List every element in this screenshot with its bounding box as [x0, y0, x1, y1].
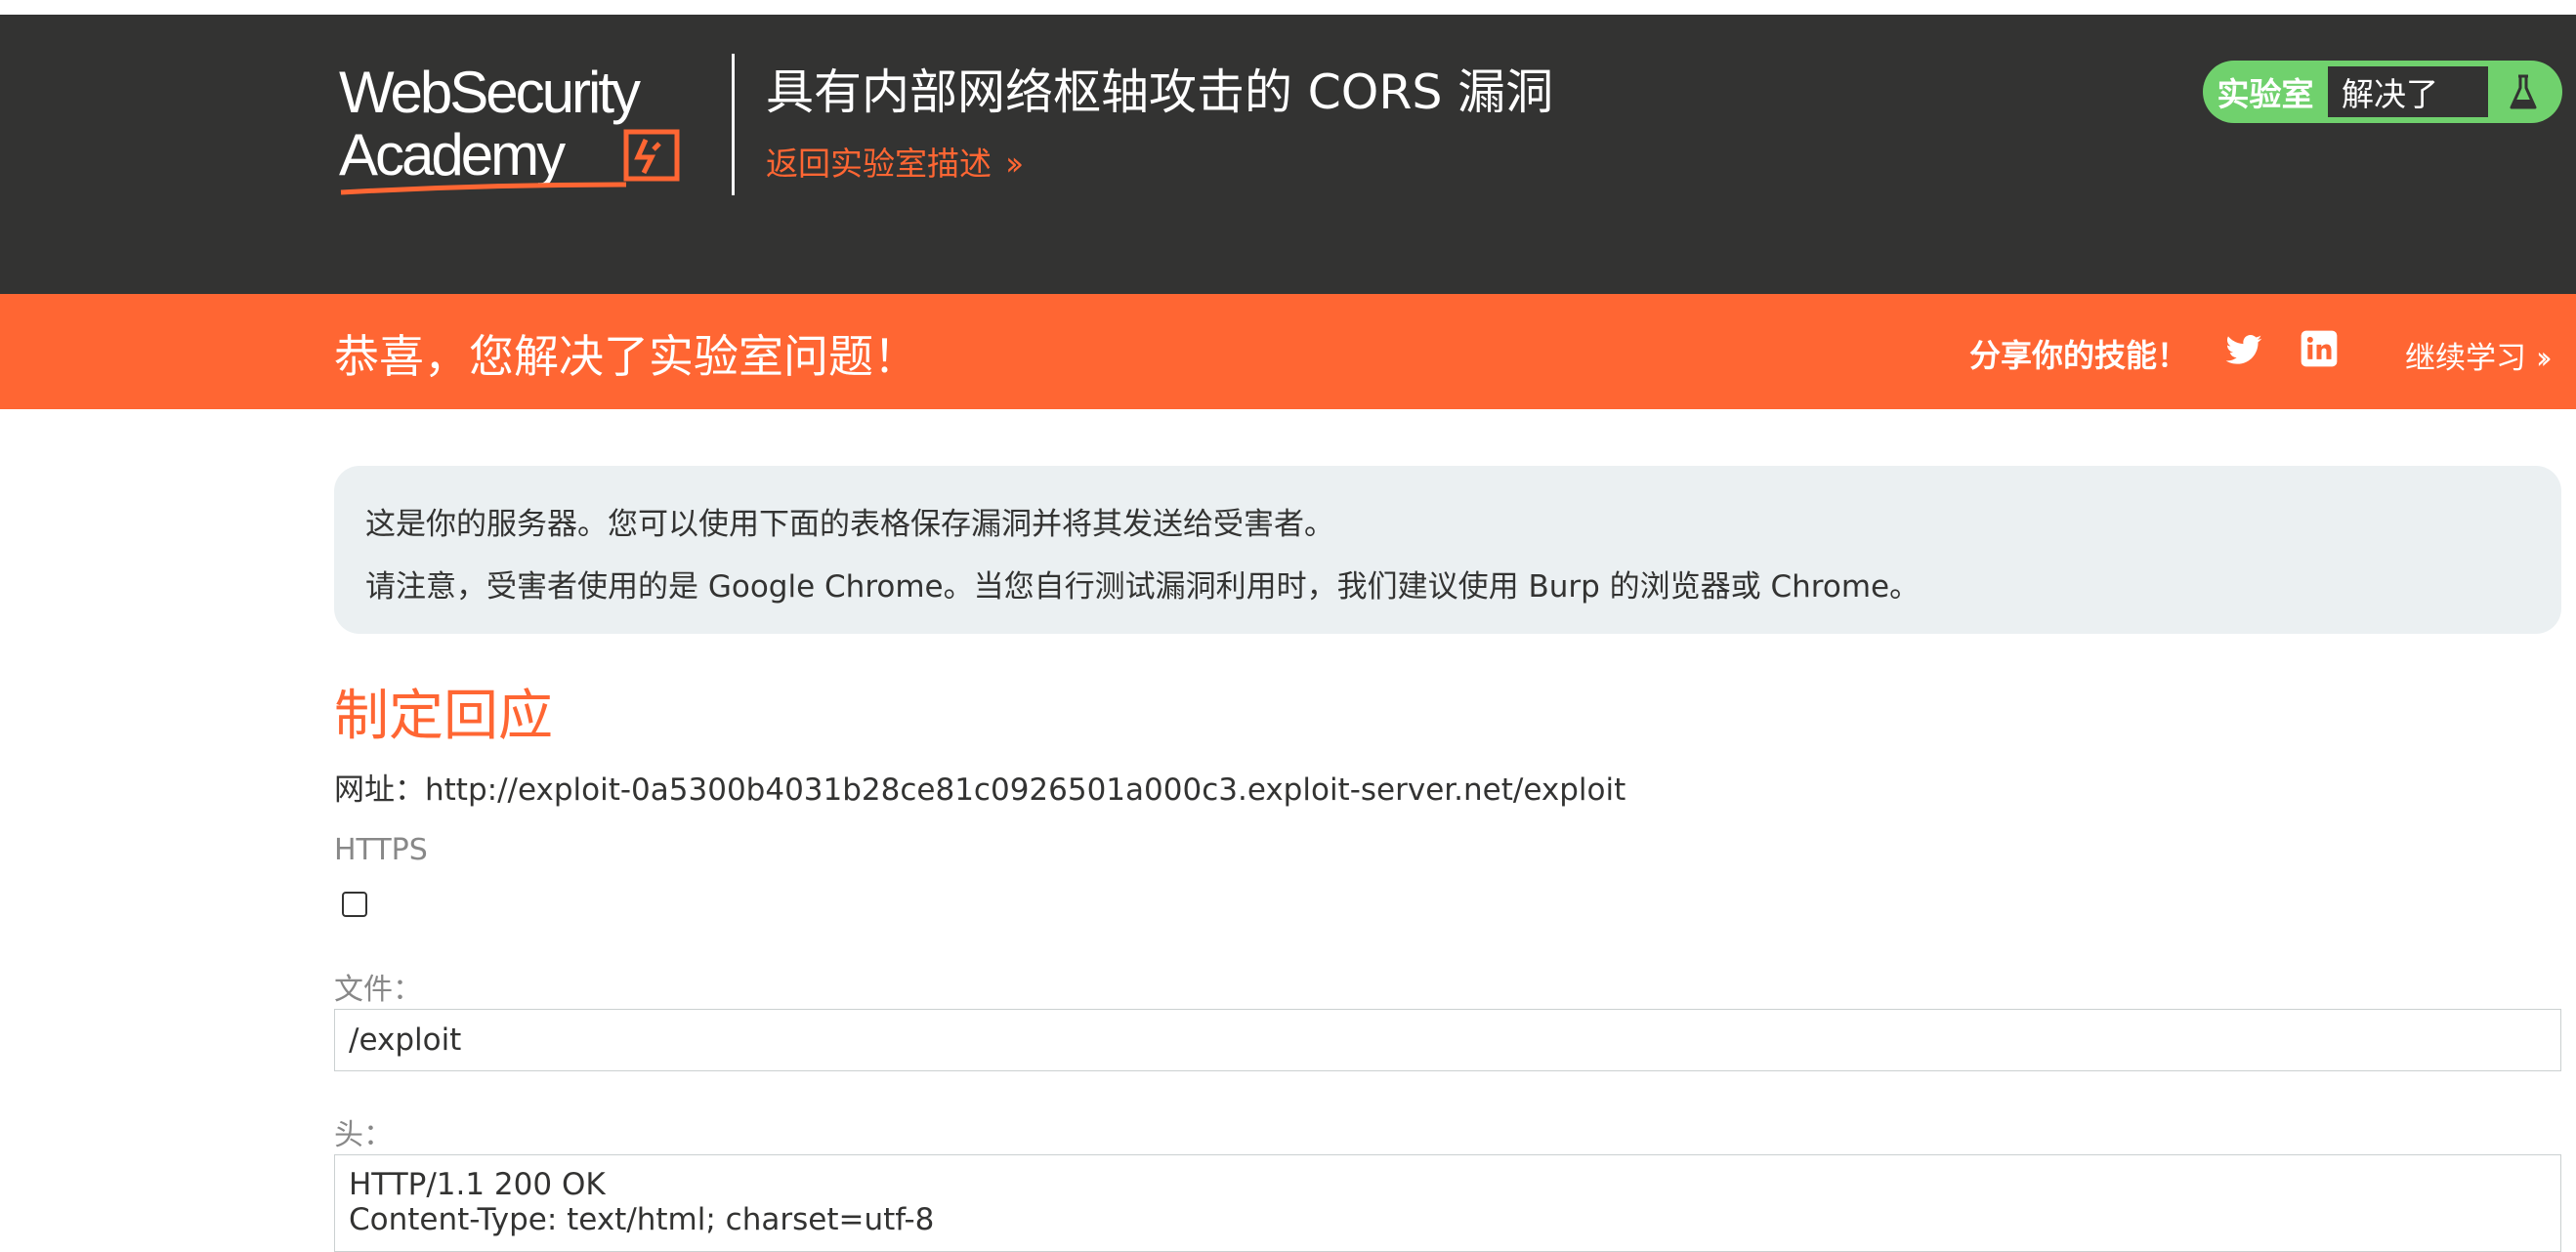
lab-status-label: 实验室 [2217, 75, 2314, 113]
logo-divider [732, 54, 735, 195]
flask-icon [2510, 74, 2537, 109]
head-line: HTTP/1.1 200 OK [349, 1167, 606, 1202]
top-strip [0, 0, 2576, 15]
https-checkbox[interactable] [342, 892, 367, 917]
head-label: 头： [334, 1118, 393, 1152]
lab-status-widget: 实验室 解决了 [2203, 61, 2562, 123]
head-textarea[interactable]: HTTP/1.1 200 OK Content-Type: text/html;… [334, 1154, 2561, 1252]
exploit-url-line: 网址：http://exploit-0a5300b4031b28ce81c092… [334, 765, 1626, 809]
web-security-academy-logo[interactable]: WebSecurity Academy [337, 56, 728, 222]
site-header: WebSecurity Academy 具有内部网络枢轴攻击的 CORS 漏洞 … [0, 15, 2576, 294]
https-label: HTTPS [334, 833, 428, 867]
url-label: 网址： [334, 772, 425, 808]
linkedin-icon[interactable] [2300, 329, 2339, 368]
chevron-double-right-icon: ›› [1005, 145, 1024, 184]
chevron-double-right-icon: ›› [2536, 341, 2553, 376]
file-input[interactable]: /exploit [334, 1009, 2561, 1071]
info-line-2: 请注意，受害者使用的是 Google Chrome。当您自行测试漏洞利用时，我们… [365, 569, 1921, 605]
continue-learning-link[interactable]: 继续学习 ›› [2405, 333, 2553, 377]
twitter-icon[interactable] [2223, 331, 2264, 370]
file-label: 文件： [334, 973, 422, 1007]
logo-line-2: Academy [339, 122, 566, 188]
back-link-label: 返回实验室描述 [766, 145, 992, 183]
lab-status-state: 解决了 [2328, 66, 2488, 117]
continue-learning-label: 继续学习 [2405, 341, 2526, 376]
back-to-lab-description-link[interactable]: 返回实验室描述 ›› [766, 138, 1024, 185]
logo-line-1: WebSecurity [339, 60, 641, 125]
info-line-1: 这是你的服务器。您可以使用下面的表格保存漏洞并将其发送给受害者。 [365, 507, 1334, 542]
lab-title: 具有内部网络枢轴攻击的 CORS 漏洞 [766, 64, 1554, 120]
logo-bolt-icon [634, 138, 661, 175]
share-skills-label: 分享你的技能！ [1969, 337, 2189, 374]
exploit-server-info-box: 这是你的服务器。您可以使用下面的表格保存漏洞并将其发送给受害者。 请注意，受害者… [334, 466, 2561, 634]
url-value: http://exploit-0a5300b4031b28ce81c092650… [425, 772, 1626, 808]
head-line: Content-Type: text/html; charset=utf-8 [349, 1202, 935, 1237]
craft-response-title: 制定回应 [334, 685, 553, 748]
congratulations-message: 恭喜，您解决了实验室问题！ [334, 330, 918, 383]
solved-banner: 恭喜，您解决了实验室问题！ 分享你的技能！ 继续学习 ›› [0, 294, 2576, 409]
